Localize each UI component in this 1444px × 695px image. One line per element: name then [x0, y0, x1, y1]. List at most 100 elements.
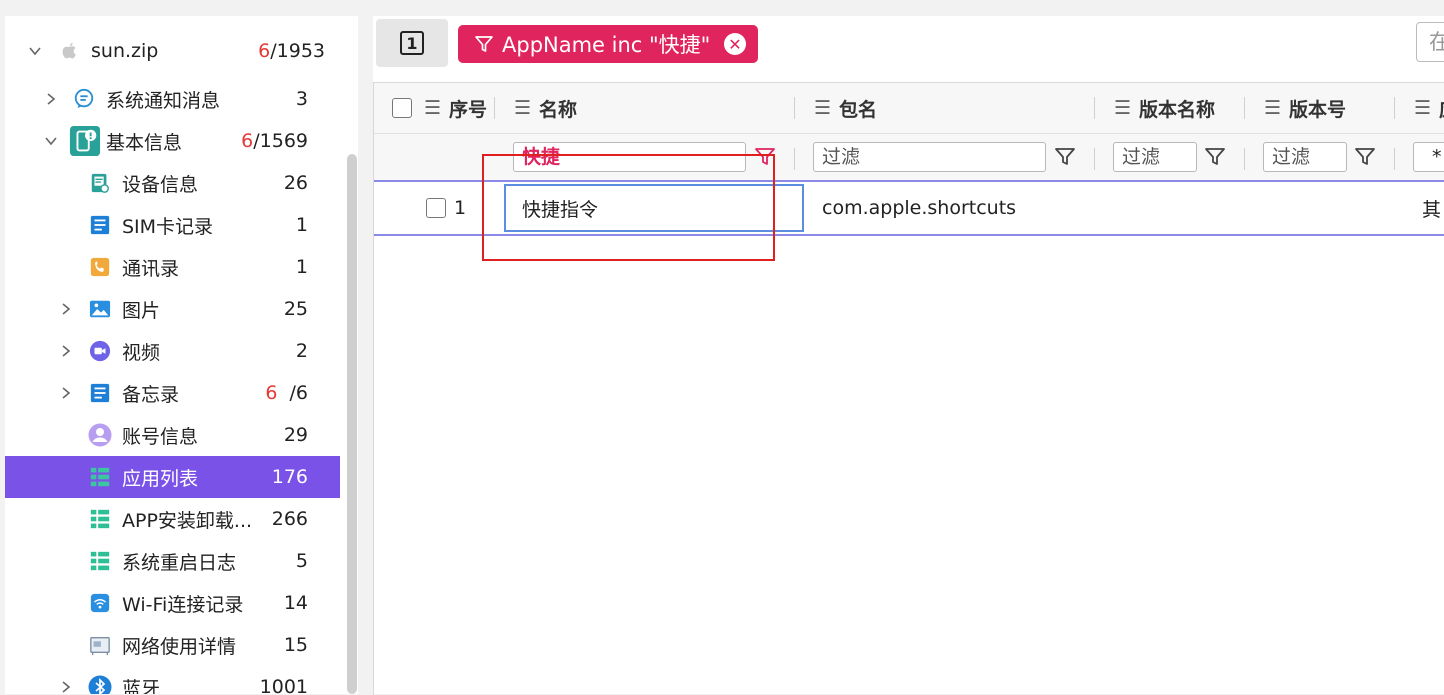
version-code-filter-input[interactable]: 过滤: [1263, 142, 1347, 172]
column-header-name[interactable]: ☰ 名称: [514, 83, 577, 133]
filter-funnel-icon[interactable]: [1204, 146, 1226, 168]
column-header-version-name[interactable]: ☰ 版本名称: [1114, 83, 1215, 133]
column-divider[interactable]: [1094, 97, 1095, 119]
column-menu-icon: ☰: [1414, 97, 1432, 119]
app-list-grid: ☰序号 ☰名称 ☰包名 ☰版本名称 ☰版本号 ☰应: [373, 82, 1444, 695]
app-list-icon: [88, 507, 112, 531]
sidebar-item-system-notifications[interactable]: 系统通知消息 3: [5, 78, 340, 120]
app-list-icon: [88, 549, 112, 573]
chevron-right-icon[interactable]: [58, 301, 74, 317]
active-filter-chip[interactable]: AppName inc "快捷" ✕: [458, 25, 758, 63]
package-filter-input[interactable]: 过滤: [813, 142, 1046, 172]
filter-funnel-icon[interactable]: [754, 146, 776, 168]
tab-number-button[interactable]: 1: [376, 19, 448, 67]
sidebar-scrollbar-thumb[interactable]: [347, 154, 357, 694]
column-divider: [1244, 148, 1245, 170]
sidebar-item-app-install-log[interactable]: APP安装卸载... 266: [5, 498, 340, 540]
row-select[interactable]: 1: [426, 182, 466, 234]
active-filter-label: AppName inc "快捷": [502, 33, 711, 57]
info-phone-icon: [68, 124, 102, 158]
row-checkbox[interactable]: [426, 198, 446, 218]
device-info-icon: [88, 171, 112, 195]
toolbar-right-button[interactable]: 在: [1416, 22, 1444, 62]
column-header-version-code[interactable]: ☰ 版本号: [1264, 83, 1346, 133]
chevron-right-icon[interactable]: [58, 343, 74, 359]
sidebar-item-label: 视频: [122, 341, 161, 364]
phone-book-icon: [88, 255, 112, 279]
sidebar-item-count: 29: [283, 424, 308, 446]
sidebar-item-label: 图片: [122, 299, 161, 322]
column-divider[interactable]: [1394, 97, 1395, 119]
filter-funnel-icon: [474, 34, 494, 54]
chevron-right-icon[interactable]: [58, 385, 74, 401]
chevron-down-icon[interactable]: [43, 133, 59, 149]
column-header-package[interactable]: ☰ 包名: [814, 83, 877, 133]
column-menu-icon: ☰: [814, 97, 832, 119]
sidebar-item-contacts[interactable]: 通讯录 1: [5, 246, 340, 288]
sidebar-item-label: 系统通知消息: [106, 89, 221, 112]
sidebar-item-label: 基本信息: [106, 131, 183, 154]
sidebar-item-count: 25: [283, 298, 308, 320]
tree-root-label: sun.zip: [91, 40, 159, 62]
sidebar-item-bluetooth[interactable]: 蓝牙 1001: [5, 666, 340, 694]
image-icon: [88, 297, 112, 321]
sidebar-item-network-usage[interactable]: 网络使用详情 15: [5, 624, 340, 666]
table-row[interactable]: 1 快捷指令 com.apple.shortcuts 其: [374, 182, 1444, 236]
column-menu-icon: ☰: [514, 97, 532, 119]
sidebar-item-count: 1: [295, 256, 308, 278]
sidebar-item-device-info[interactable]: 设备信息 26: [5, 162, 340, 204]
sidebar-item-videos[interactable]: 视频 2: [5, 330, 340, 372]
column-header-index[interactable]: ☰ 序号: [424, 83, 487, 133]
sidebar-item-count: 5: [295, 550, 308, 572]
filter-funnel-icon[interactable]: [1054, 146, 1076, 168]
sidebar-item-label: 账号信息: [122, 425, 199, 448]
row-next-cell[interactable]: 其: [1422, 182, 1441, 234]
sidebar-item-label: 通讯录: [122, 257, 180, 280]
sidebar-item-count: 1: [295, 214, 308, 236]
sidebar-item-label: APP安装卸载...: [122, 509, 253, 532]
name-filter-input[interactable]: 快捷: [513, 142, 746, 172]
column-header-next[interactable]: ☰应: [1414, 83, 1444, 133]
remove-filter-close-icon[interactable]: ✕: [724, 33, 746, 55]
sidebar-item-sim-records[interactable]: SIM卡记录 1: [5, 204, 340, 246]
sidebar-item-wifi-log[interactable]: Wi-Fi连接记录 14: [5, 582, 340, 624]
column-divider: [794, 148, 795, 170]
filter-funnel-icon[interactable]: [1354, 146, 1376, 168]
select-all-checkbox[interactable]: [392, 98, 412, 118]
chevron-right-icon[interactable]: [58, 679, 74, 694]
header-select-all[interactable]: [392, 83, 412, 133]
sidebar-item-count: 2: [295, 340, 308, 362]
column-divider[interactable]: [1244, 97, 1245, 119]
sidebar-item-count: 3: [295, 88, 308, 110]
sidebar-item-count: 1001: [259, 676, 308, 694]
sidebar-item-count: 266: [271, 508, 308, 530]
sidebar-item-count: 14: [283, 592, 308, 614]
sidebar-item-reboot-log[interactable]: 系统重启日志 5: [5, 540, 340, 582]
row-package-cell[interactable]: com.apple.shortcuts: [822, 182, 1016, 234]
sidebar-item-app-list[interactable]: 应用列表 176: [5, 456, 340, 498]
sidebar-item-basic-info[interactable]: 基本信息 6/1569: [5, 120, 340, 162]
user-avatar-icon: [88, 423, 112, 447]
sidebar-item-label: 蓝牙: [122, 677, 161, 695]
apple-icon: [57, 39, 81, 63]
app-list-icon: [88, 465, 112, 489]
column-divider: [1094, 148, 1095, 170]
row-index: 1: [454, 197, 467, 219]
sidebar-item-accounts[interactable]: 账号信息 29: [5, 414, 340, 456]
tree-root-count: 6/1953: [258, 40, 325, 62]
column-divider[interactable]: [794, 97, 795, 119]
chevron-right-icon[interactable]: [43, 91, 59, 107]
column-divider: [1394, 148, 1395, 170]
next-column-filter-select[interactable]: *: [1413, 142, 1444, 172]
sidebar-item-label: SIM卡记录: [122, 215, 214, 238]
column-divider[interactable]: [494, 97, 495, 119]
sidebar-item-images[interactable]: 图片 25: [5, 288, 340, 330]
chevron-down-icon[interactable]: [27, 43, 43, 59]
bluetooth-icon: [88, 675, 112, 694]
row-name-cell[interactable]: 快捷指令: [504, 184, 804, 232]
tree-root-sun-zip[interactable]: sun.zip 6/1953: [5, 30, 340, 72]
notes-icon: [88, 381, 112, 405]
main-panel: 1 AppName inc "快捷" ✕ 在 ☰序号 ☰名称 ☰包: [373, 16, 1444, 695]
sidebar-item-notes[interactable]: 备忘录 6 /6: [5, 372, 340, 414]
version-name-filter-input[interactable]: 过滤: [1113, 142, 1197, 172]
